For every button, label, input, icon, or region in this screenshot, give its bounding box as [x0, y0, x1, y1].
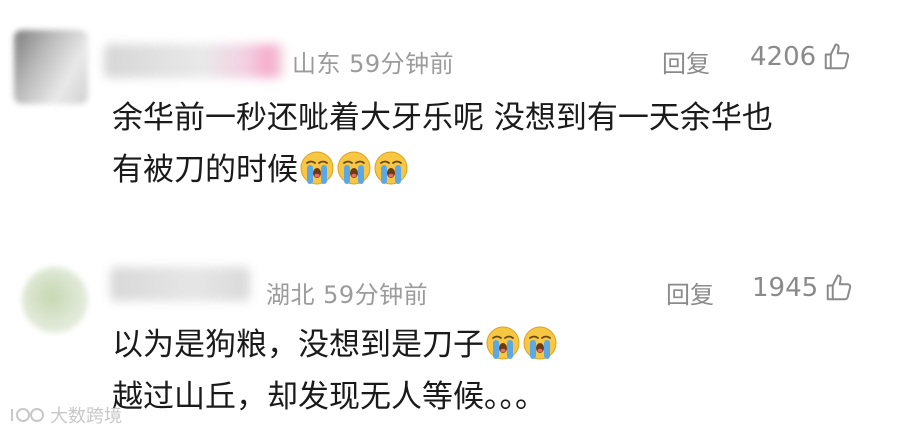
avatar[interactable]	[14, 30, 88, 104]
timestamp: 59分钟前	[323, 281, 429, 309]
loudly-crying-face-emoji	[486, 326, 520, 360]
loudly-crying-face-emoji	[337, 151, 371, 185]
watermark-logo-icon	[11, 408, 44, 422]
comment-item: 山东 59分钟前 回复 4206 余华前一秒还呲着大牙乐呢 没想到有一天余华也 …	[0, 0, 900, 215]
username-blurred[interactable]	[110, 267, 250, 301]
comment-text: 以为是狗粮，没想到是刀子 越过山丘，却发现无人等候。。。	[112, 319, 558, 423]
watermark: 大数跨境	[8, 402, 122, 428]
thumb-up-icon	[824, 43, 850, 70]
location-label: 山东	[292, 50, 341, 78]
timestamp: 59分钟前	[349, 50, 455, 78]
reply-button[interactable]: 回复	[666, 275, 714, 310]
like-button[interactable]: 1945	[752, 273, 854, 303]
avatar[interactable]	[22, 267, 88, 333]
emoji-group	[484, 326, 558, 363]
comment-line-with-emoji: 以为是狗粮，没想到是刀子	[112, 319, 558, 371]
comment-feed: 山东 59分钟前 回复 4206 余华前一秒还呲着大牙乐呢 没想到有一天余华也 …	[0, 0, 900, 434]
reply-button[interactable]: 回复	[662, 44, 710, 79]
comment-item: 湖北 59分钟前 回复 1945 以为是狗粮，没想到是刀子 越过山丘，却发现无人…	[0, 245, 900, 434]
comment-text: 余华前一秒还呲着大牙乐呢 没想到有一天余华也 有被刀的时候	[112, 92, 773, 196]
username-blurred[interactable]	[104, 44, 284, 78]
comment-line: 余华前一秒还呲着大牙乐呢 没想到有一天余华也	[112, 100, 773, 136]
comment-line-with-emoji: 有被刀的时候	[112, 144, 773, 196]
loudly-crying-face-emoji	[300, 151, 334, 185]
comment-line: 越过山丘，却发现无人等候。。。	[112, 379, 546, 415]
like-count: 1945	[752, 273, 819, 303]
watermark-text: 大数跨境	[50, 406, 122, 427]
comment-meta: 山东 59分钟前	[292, 44, 454, 79]
thumb-up-icon	[826, 274, 852, 301]
comment-line: 有被刀的时候	[112, 152, 298, 188]
comment-meta: 湖北 59分钟前	[266, 275, 428, 310]
location-label: 湖北	[266, 281, 315, 309]
loudly-crying-face-emoji	[374, 151, 408, 185]
like-count: 4206	[750, 42, 817, 72]
loudly-crying-face-emoji	[523, 326, 557, 360]
comment-line: 以为是狗粮，没想到是刀子	[112, 327, 484, 363]
emoji-group	[298, 151, 409, 188]
like-button[interactable]: 4206	[750, 42, 852, 72]
